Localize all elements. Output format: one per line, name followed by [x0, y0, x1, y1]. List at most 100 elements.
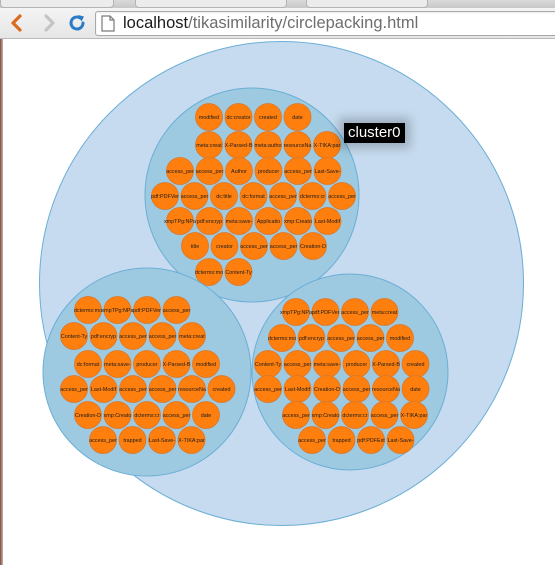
leaf-node[interactable]: dcterms:cr	[341, 401, 369, 429]
leaf-node[interactable]: producer	[133, 350, 161, 378]
leaf-node[interactable]: meta:save-	[103, 350, 132, 378]
leaf-node[interactable]: pdf:PDFVer	[312, 298, 340, 326]
leaf-node[interactable]: access_per	[60, 375, 88, 403]
address-bar[interactable]: localhost/tikasimilarity/circlepacking.h…	[95, 11, 555, 36]
leaf-node[interactable]: producer	[254, 157, 283, 185]
leaf-node[interactable]: pdf:encryp	[89, 322, 118, 350]
leaf-node[interactable]: access_per	[282, 401, 310, 429]
leaf-node[interactable]: access_per	[269, 232, 298, 260]
browser-tab[interactable]	[306, 0, 428, 8]
leaf-node[interactable]: pdf:PDFVer	[133, 296, 161, 324]
leaf-node[interactable]: trapped	[118, 426, 147, 454]
leaf-node[interactable]: Creation-D	[313, 375, 341, 403]
leaf-node[interactable]: meta:creat	[370, 298, 399, 326]
leaf-node[interactable]: dc:title	[210, 182, 238, 210]
leaf-node[interactable]: X-Parsed-B	[225, 131, 253, 159]
leaf-node[interactable]: producer	[342, 350, 371, 378]
leaf-node[interactable]: Last-Save-	[386, 426, 415, 454]
leaf-node[interactable]: date	[192, 401, 220, 429]
leaf-node[interactable]: Author	[225, 157, 253, 185]
leaf-node[interactable]: created	[401, 350, 430, 378]
leaf-node[interactable]: pdf:PDFExt	[357, 426, 385, 454]
leaf-node[interactable]: created	[207, 375, 236, 403]
leaf-node[interactable]: modified	[195, 103, 223, 131]
leaf-node[interactable]: dc:creator	[224, 103, 253, 131]
leaf-node[interactable]: pdf:PDFVer	[151, 182, 179, 210]
leaf-node[interactable]: resourceNa	[284, 131, 312, 159]
browser-tab[interactable]	[0, 0, 114, 8]
leaf-node[interactable]: modified	[386, 324, 414, 352]
leaf-node[interactable]: meta:save-	[313, 350, 341, 378]
leaf-node[interactable]: X-Parsed-B	[372, 350, 400, 378]
leaf-node[interactable]: Content-Ty	[60, 322, 88, 350]
leaf-node[interactable]: access_per	[283, 350, 312, 378]
leaf-node[interactable]: access_per	[195, 157, 224, 185]
cluster-0[interactable]: modified dc:creator created datemeta:creat X…	[144, 87, 360, 303]
leaf-node[interactable]: date	[401, 375, 430, 403]
leaf-node[interactable]: access_per	[254, 375, 282, 403]
leaf-node[interactable]: meta:creat	[178, 322, 206, 350]
forward-button[interactable]	[38, 12, 60, 34]
leaf-node[interactable]: Last-Save-	[313, 157, 342, 185]
leaf-node[interactable]: access_per	[356, 324, 385, 352]
leaf-node[interactable]: Content-Ty	[254, 350, 282, 378]
leaf-node[interactable]: Content-Ty	[224, 258, 253, 286]
leaf-node[interactable]: dcterms:mo	[74, 296, 102, 324]
leaf-node[interactable]: dcterms:mo	[268, 324, 296, 352]
leaf-node[interactable]: xmp:Creato	[284, 207, 312, 235]
leaf-node[interactable]: Last-Modif	[283, 375, 312, 403]
leaf-node[interactable]: access_per	[148, 322, 177, 350]
reload-button[interactable]	[66, 12, 88, 34]
leaf-node[interactable]: access_per	[162, 296, 191, 324]
leaf-node[interactable]: created	[254, 103, 282, 131]
leaf-node[interactable]: X-TIKA:par	[313, 131, 341, 159]
leaf-node[interactable]: meta:autho	[254, 131, 282, 159]
leaf-node[interactable]: dc:format	[74, 350, 102, 378]
leaf-node[interactable]: resourceNa	[372, 375, 400, 403]
leaf-node[interactable]: title	[181, 232, 209, 260]
leaf-node[interactable]: pdf:encryp	[297, 324, 326, 352]
leaf-node[interactable]: resourceNa	[178, 375, 206, 403]
leaf-node[interactable]: Applicatio	[254, 207, 283, 235]
leaf-node[interactable]: X-TIKA:par	[177, 426, 206, 454]
leaf-node[interactable]: Last-Save-	[148, 426, 176, 454]
cluster-1[interactable]: dcterms:mo xmpTPg:NPa pdf:PDFVer access_per…	[42, 267, 252, 477]
leaf-node[interactable]: X-TIKA:par	[400, 401, 428, 429]
leaf-node[interactable]: dc:format	[239, 182, 268, 210]
leaf-node[interactable]: X-Parsed-B	[163, 350, 191, 378]
leaf-node[interactable]: meta:save-	[225, 207, 253, 235]
leaf-node[interactable]: access_per	[162, 401, 191, 429]
leaf-node[interactable]: creator	[210, 232, 239, 260]
leaf-node[interactable]: access_per	[284, 157, 312, 185]
cluster-2[interactable]: xmpTPg:NPa pdf:PDFVer access_per meta:creat…	[251, 273, 449, 471]
leaf-node[interactable]: access_per	[342, 375, 371, 403]
leaf-node[interactable]: access_per	[180, 182, 209, 210]
leaf-node[interactable]: access_per	[341, 298, 369, 326]
leaf-node[interactable]: trapped	[327, 426, 356, 454]
leaf-node[interactable]: pdf:encryp	[195, 207, 224, 235]
leaf-node[interactable]: Creation-D	[74, 401, 102, 429]
leaf-node[interactable]: Last-Modif	[89, 375, 118, 403]
leaf-node[interactable]: access_per	[298, 426, 326, 454]
leaf-node[interactable]: access_per	[119, 322, 147, 350]
leaf-node[interactable]: date	[283, 103, 312, 131]
leaf-node[interactable]: access_per	[269, 182, 297, 210]
leaf-node[interactable]: dcterms:cr	[133, 401, 161, 429]
leaf-node[interactable]: xmp:Creato	[104, 401, 132, 429]
leaf-node[interactable]: meta:creat	[195, 131, 223, 159]
back-button[interactable]	[6, 12, 28, 34]
leaf-node[interactable]: access_per	[148, 375, 177, 403]
leaf-node[interactable]: access_per	[89, 426, 117, 454]
leaf-node[interactable]: access_per	[328, 182, 356, 210]
leaf-node[interactable]: dcterms:cr	[298, 182, 327, 210]
leaf-node[interactable]: access_per	[166, 157, 194, 185]
leaf-node[interactable]: modified	[192, 350, 220, 378]
leaf-node[interactable]: access_per	[370, 401, 399, 429]
leaf-node[interactable]: access_per	[240, 232, 268, 260]
leaf-node[interactable]: Creation-D	[299, 232, 327, 260]
leaf-node[interactable]: access_per	[327, 324, 355, 352]
leaf-node[interactable]: xmp:Creato	[312, 401, 340, 429]
leaf-node[interactable]: Last-Modif	[313, 207, 342, 235]
leaf-node[interactable]: access_per	[119, 375, 147, 403]
browser-tab-active[interactable]	[135, 0, 287, 8]
